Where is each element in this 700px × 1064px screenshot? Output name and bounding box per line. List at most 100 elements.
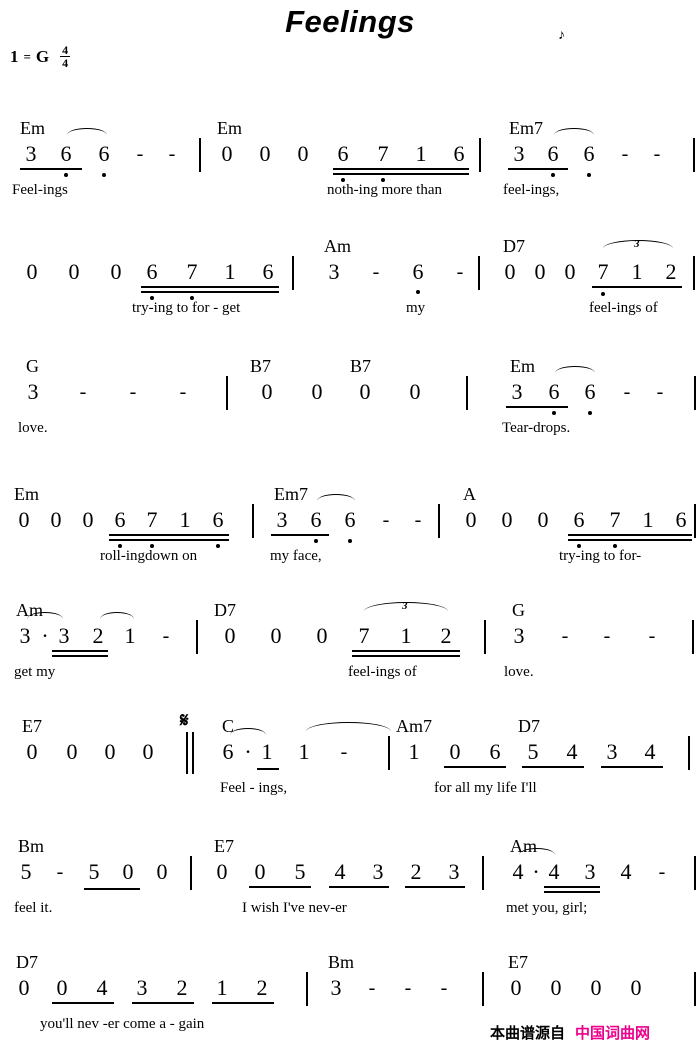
lyric: roll-ingdown on [100,548,198,564]
note: 1 [261,739,273,764]
barline [226,376,228,410]
octave-dot [552,411,556,415]
note: 1 [408,739,420,764]
note: - [658,861,666,883]
chord-symbol: D7 [503,236,525,256]
lyric: feel-ings, [503,182,560,198]
note: 0 [409,379,421,404]
note: 0 [82,507,94,532]
lyric: try-ing to for- [559,548,642,564]
note: 2 [256,975,268,1000]
measure: Am 4 · 4 3 4 - met you, girl; [488,836,700,948]
note: 7 [358,623,370,648]
lyric: get my [14,664,56,680]
note: - [179,381,187,403]
lyric: I wish I've nev-er [242,900,347,916]
note: - [368,977,376,999]
tie [555,366,595,380]
note: 2 [92,623,104,648]
note: 3 [513,141,525,166]
beam [109,539,229,541]
lyric: my [406,300,426,316]
measure: Em7 3 6 6 - - my face, [260,484,445,596]
measure: 0 0 0 6 7 1 6 try-ing to for - get [0,236,300,348]
note: - [621,143,629,165]
note: - [404,977,412,999]
note: - [129,381,137,403]
measure: E7 0 0 5 4 3 2 3 I wish I've nev-er [196,836,488,948]
system-5: Am 3 · 3 2 1 - get my D7 0 0 0 7 1 2 3 f… [0,600,700,712]
lyric: feel-ings of [589,300,658,316]
note: 6 [310,507,322,532]
note: 1 [124,623,136,648]
note: - [414,509,422,531]
note: 6 [675,507,687,532]
octave-dot [551,173,555,177]
chord-symbol: Am7 [396,716,432,736]
barline [252,504,254,538]
note: 0 [590,975,602,1000]
beam [506,406,568,408]
note: 0 [221,141,233,166]
note: - [79,381,87,403]
chord-symbol: Em [217,118,242,138]
note: 0 [311,379,323,404]
system-6: E7 0 0 0 0 𝄋 C 6 · 1 1 - Feel - ings, Am… [0,708,700,828]
note: 3 [328,259,340,284]
note: 3 [19,623,31,648]
beam [52,1002,114,1004]
beam [444,766,506,768]
note: 3 [27,379,39,404]
note: 6 [548,379,560,404]
measure: Am 3 - 6 - my [300,236,485,348]
note: 6 [212,507,224,532]
measure: D7 0 0 0 7 1 2 3 feel-ings of [485,236,700,348]
segno-icon: 𝄋 [180,708,189,732]
note: 2 [440,623,452,648]
note: 0 [18,507,30,532]
note: 0 [68,259,80,284]
note: 5 [294,859,306,884]
time-denominator: 4 [62,56,69,70]
measure: E7 0 0 0 0 [490,952,700,1064]
note: 0 [142,739,154,764]
note: 4 [334,859,346,884]
lyric: feel-ings of [348,664,417,680]
site-name[interactable]: 中国词曲网 [575,1024,650,1042]
key-value: G [35,46,50,66]
barline [478,256,480,290]
octave-dot [416,290,420,294]
triplet-number: 3 [402,600,408,612]
note: - [372,261,380,283]
note: 6 [146,259,158,284]
beam [522,766,584,768]
measure: B7 B7 0 0 0 0 [232,356,484,468]
octave-dot [314,539,318,543]
lyric: my face, [270,548,322,564]
barline [694,504,696,538]
triplet-number: 3 [634,238,640,250]
note: 4 [566,739,578,764]
lyric: noth-ing more than [327,182,442,198]
beam [20,168,82,170]
chord-symbol: E7 [508,952,528,972]
barline [199,138,201,172]
note: 0 [504,259,516,284]
note: 0 [110,259,122,284]
note: - [136,143,144,165]
tie [230,728,266,742]
chord-symbol: E7 [214,836,234,856]
beam [544,886,600,888]
measure: Am7 D7 1 0 6 5 4 3 4 for all my life I'l… [392,716,700,828]
measure: Em 0 0 0 6 7 1 6 roll-ingdown on [0,484,260,596]
double-barline [186,732,188,774]
note: 3 [513,623,525,648]
beam [249,886,311,888]
note: 4 [620,859,632,884]
note: 1 [179,507,191,532]
beam [141,286,279,288]
lyric: try-ing to for - get [132,300,241,316]
lyric: Feel-ings [12,182,68,198]
chord-symbol: Em7 [509,118,543,138]
key-signature: 1 = G 4 4 [10,44,71,70]
